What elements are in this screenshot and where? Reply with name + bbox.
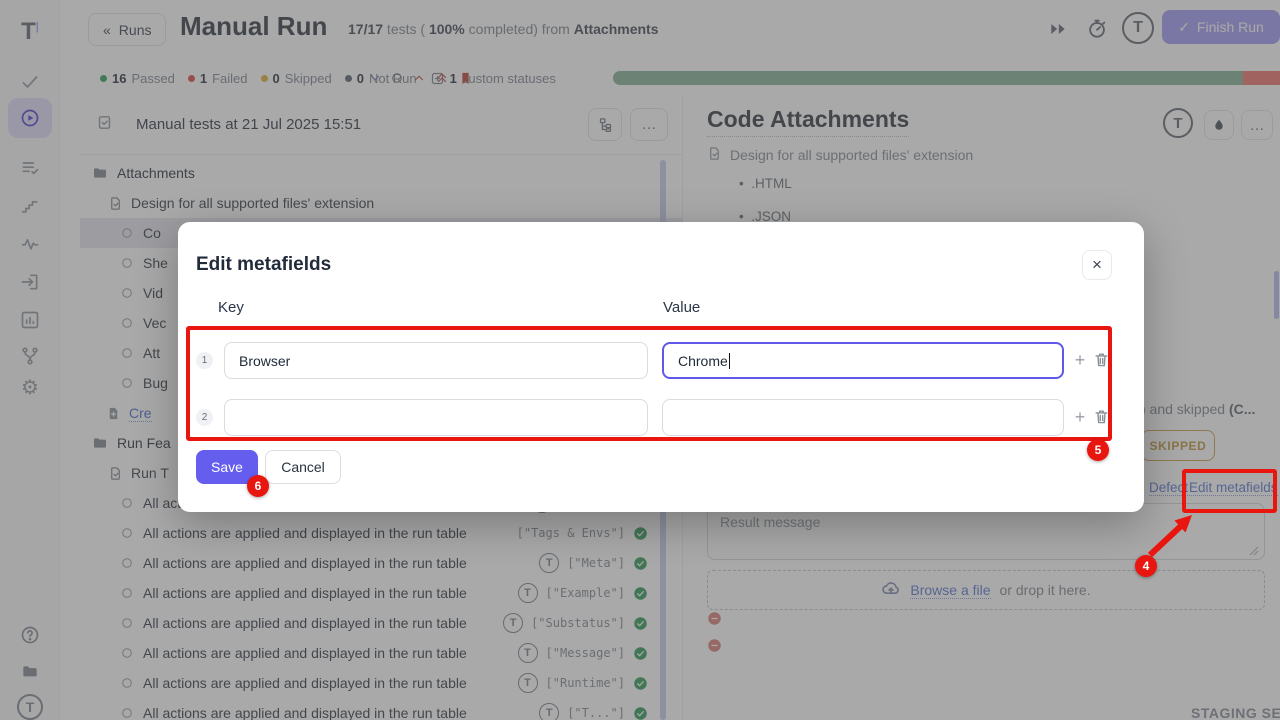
metafield-value-input[interactable]: Chrome xyxy=(662,342,1064,379)
metafield-row: 2 + xyxy=(178,399,1144,437)
cancel-button[interactable]: Cancel xyxy=(265,450,341,484)
metafield-row: 1 Browser Chrome + xyxy=(178,342,1144,380)
trash-icon[interactable] xyxy=(1093,408,1110,430)
metafield-value-input[interactable] xyxy=(662,399,1064,436)
add-row-icon[interactable]: + xyxy=(1071,350,1089,371)
edit-metafields-modal: Edit metafields × Key Value 1 Browser Ch… xyxy=(178,222,1144,512)
metafield-key-input[interactable]: Browser xyxy=(224,342,648,379)
close-icon[interactable]: × xyxy=(1082,250,1112,280)
value-column-label: Value xyxy=(663,299,700,316)
app-root: T|⚙T « Runs Manual Run 17/17 tests ( 100… xyxy=(0,0,1280,720)
key-column-label: Key xyxy=(218,299,244,316)
save-button[interactable]: Save xyxy=(196,450,258,484)
trash-icon[interactable] xyxy=(1093,351,1110,373)
text-caret xyxy=(729,353,730,369)
modal-title: Edit metafields xyxy=(196,254,331,276)
row-index-badge: 1 xyxy=(196,352,213,369)
metafield-key-input[interactable] xyxy=(224,399,648,436)
add-row-icon[interactable]: + xyxy=(1071,407,1089,428)
row-index-badge: 2 xyxy=(196,409,213,426)
